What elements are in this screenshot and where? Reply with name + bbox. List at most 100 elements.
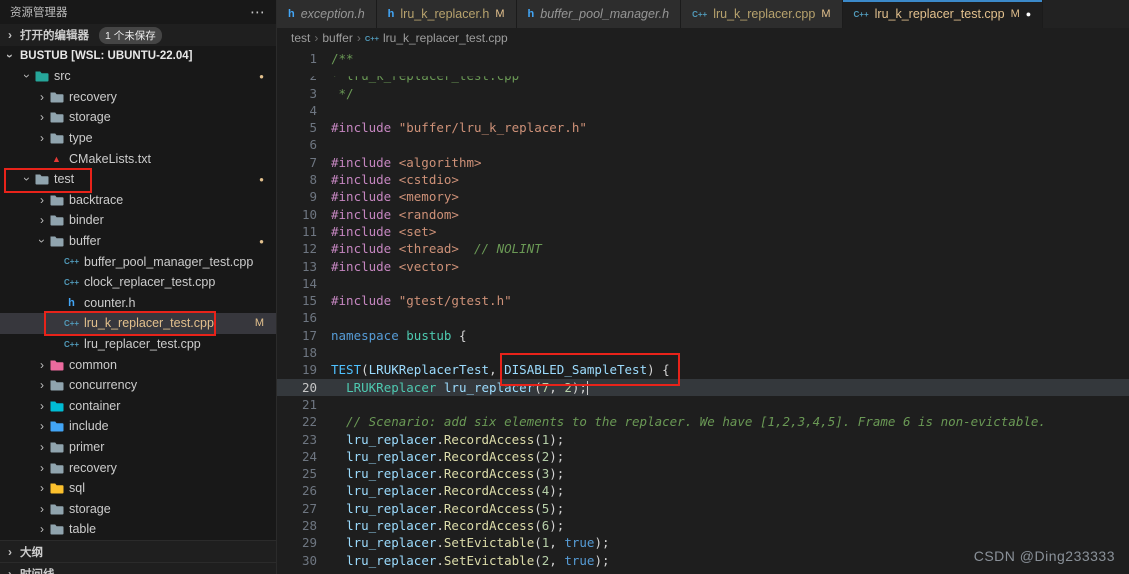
line-number: 8 <box>309 172 317 188</box>
tree-item-buffer[interactable]: › buffer ● <box>0 231 276 252</box>
code-line-20[interactable]: 20 LRUKReplacer lru_replacer(7, 2); <box>277 378 1129 396</box>
timeline-section-header[interactable]: › 时间线 <box>0 562 276 574</box>
tab-buffer_pool_manager.h[interactable]: h buffer_pool_manager.h <box>516 0 682 28</box>
code-line-28[interactable]: 28 lru_replacer.RecordAccess(6); <box>277 517 1129 534</box>
tree-item-binder[interactable]: › binder <box>0 210 276 231</box>
code-line-2[interactable]: 2 * lru_k_replacer_test.cpp <box>277 76 1129 84</box>
tree-item-label: buffer_pool_manager_test.cpp <box>84 254 254 269</box>
code-line-content: lru_replacer.RecordAccess(3); <box>346 466 565 482</box>
tree-item-label: test <box>54 172 75 187</box>
breadcrumb-separator: › <box>356 31 361 45</box>
breadcrumb-item-lru_k_replacer_test.cpp[interactable]: lru_k_replacer_test.cpp <box>383 31 508 45</box>
tree-item-label: backtrace <box>69 192 124 207</box>
tab-exception.h[interactable]: h exception.h <box>277 0 377 28</box>
chevron-right-icon: › <box>8 544 12 559</box>
code-line-8[interactable]: 8 #include <cstdio> <box>277 171 1129 188</box>
line-number: 19 <box>301 362 317 378</box>
tree-item-label: type <box>69 131 93 146</box>
code-line-26[interactable]: 26 lru_replacer.RecordAccess(4); <box>277 482 1129 499</box>
breadcrumb: test › buffer › C++ lru_k_replacer_test.cpp <box>277 28 1129 48</box>
tab-label: lru_k_replacer_test.cpp <box>874 7 1005 21</box>
unsaved-dot-icon[interactable]: ● <box>1026 9 1031 19</box>
breadcrumb-item-buffer[interactable]: buffer <box>322 31 352 45</box>
chevron-right-icon: › <box>40 522 44 537</box>
outline-label: 大纲 <box>20 546 43 559</box>
code-line-24[interactable]: 24 lru_replacer.RecordAccess(2); <box>277 448 1129 465</box>
code-line-27[interactable]: 27 lru_replacer.RecordAccess(5); <box>277 500 1129 517</box>
tree-item-table[interactable]: › table <box>0 519 276 540</box>
code-line-content: #include <random> <box>331 206 459 222</box>
tree-item-type[interactable]: › type <box>0 128 276 149</box>
tree-item-lru_replacer_test.cpp[interactable]: ›C++lru_replacer_test.cpp <box>0 334 276 355</box>
code-line-21[interactable]: 21 <box>277 396 1129 413</box>
code-line-13[interactable]: 13 #include <vector> <box>277 258 1129 275</box>
tree-item-storage[interactable]: › storage <box>0 498 276 519</box>
code-line-7[interactable]: 7 #include <algorithm> <box>277 154 1129 171</box>
tree-item-backtrace[interactable]: › backtrace <box>0 190 276 211</box>
code-line-14[interactable]: 14 <box>277 275 1129 292</box>
tree-item-include[interactable]: › include <box>0 416 276 437</box>
tree-item-test[interactable]: › test ● <box>0 169 276 190</box>
code-line-9[interactable]: 9 #include <memory> <box>277 188 1129 205</box>
code-line-4[interactable]: 4 <box>277 102 1129 119</box>
chevron-down-icon: › <box>20 177 34 182</box>
watermark: CSDN @Ding233333 <box>973 548 1115 564</box>
line-number: 3 <box>309 85 317 101</box>
code-line-22[interactable]: 22 // Scenario: add six elements to the … <box>277 413 1129 430</box>
code-line-12[interactable]: 12 #include <thread> // NOLINT <box>277 240 1129 257</box>
folder-icon <box>48 194 65 206</box>
tree-item-clock_replacer_test.cpp[interactable]: ›C++clock_replacer_test.cpp <box>0 272 276 293</box>
tab-lru_k_replacer_test.cpp[interactable]: C++ lru_k_replacer_test.cpp M ● <box>842 0 1044 28</box>
code-line-5[interactable]: 5 #include "buffer/lru_k_replacer.h" <box>277 119 1129 136</box>
breadcrumb-separator: › <box>314 31 319 45</box>
tree-item-primer[interactable]: › primer <box>0 437 276 458</box>
code-line-15[interactable]: 15 #include "gtest/gtest.h" <box>277 292 1129 309</box>
tree-item-container[interactable]: › container <box>0 396 276 417</box>
tree-item-buffer_pool_manager_test.cpp[interactable]: ›C++buffer_pool_manager_test.cpp <box>0 251 276 272</box>
breadcrumb-item-test[interactable]: test <box>291 31 310 45</box>
tree-item-recovery[interactable]: › recovery <box>0 457 276 478</box>
tree-item-label: buffer <box>69 234 101 249</box>
tree-item-src[interactable]: › src ● <box>0 66 276 87</box>
tree-item-lru_k_replacer_test.cpp[interactable]: ›C++lru_k_replacer_test.cppM <box>0 313 276 334</box>
code-line-23[interactable]: 23 lru_replacer.RecordAccess(1); <box>277 431 1129 448</box>
line-number: 17 <box>301 327 317 343</box>
tab-lru_k_replacer.h[interactable]: h lru_k_replacer.h M <box>376 0 517 28</box>
open-editors-section-header[interactable]: › 打开的编辑器 1 个未保存 <box>0 24 276 46</box>
chevron-right-icon: › <box>40 378 44 393</box>
code-line-25[interactable]: 25 lru_replacer.RecordAccess(3); <box>277 465 1129 482</box>
tree-item-common[interactable]: › common <box>0 354 276 375</box>
line-number: 7 <box>309 154 317 170</box>
code-line-19[interactable]: 19 TEST(LRUKReplacerTest, DISABLED_Sample… <box>277 361 1129 378</box>
line-number: 26 <box>301 483 317 499</box>
tab-label: lru_k_replacer.cpp <box>713 7 816 21</box>
folder-icon <box>33 173 50 185</box>
code-line-content: // Scenario: add six elements to the rep… <box>331 414 1046 430</box>
outline-section-header[interactable]: › 大纲 <box>0 540 276 562</box>
code-line-content: lru_replacer.SetEvictable(1, true); <box>346 535 610 551</box>
code-line-6[interactable]: 6 <box>277 136 1129 153</box>
tree-item-recovery[interactable]: › recovery <box>0 87 276 108</box>
tab-label: lru_k_replacer.h <box>400 7 490 21</box>
code-line-11[interactable]: 11 #include <set> <box>277 223 1129 240</box>
code-editor[interactable]: 1/** 2 * lru_k_replacer_test.cpp 3 */4 5 #inc… <box>277 48 1129 574</box>
code-line-10[interactable]: 10 #include <random> <box>277 206 1129 223</box>
code-line-3[interactable]: 3 */ <box>277 85 1129 102</box>
more-actions-icon[interactable]: ⋯ <box>250 3 266 21</box>
sidebar-header: 资源管理器 ⋯ <box>0 0 276 24</box>
line-number: 30 <box>301 552 317 568</box>
code-line-1[interactable]: 1 /** <box>277 50 1129 67</box>
header-file-icon: h <box>387 8 395 20</box>
line-number: 24 <box>301 448 317 464</box>
tree-item-concurrency[interactable]: › concurrency <box>0 375 276 396</box>
tree-item-counter.h[interactable]: ›hcounter.h <box>0 293 276 314</box>
code-line-16[interactable]: 16 <box>277 309 1129 326</box>
code-line-17[interactable]: 17 namespace bustub { <box>277 327 1129 344</box>
tree-item-storage[interactable]: › storage <box>0 107 276 128</box>
tree-root-bustub[interactable]: › BUSTUB [WSL: UBUNTU-22.04] <box>0 46 276 66</box>
code-line-18[interactable]: 18 <box>277 344 1129 361</box>
tab-lru_k_replacer.cpp[interactable]: C++ lru_k_replacer.cpp M <box>681 0 843 28</box>
tree-item-label: CMakeLists.txt <box>69 151 151 166</box>
tree-item-sql[interactable]: › sql <box>0 478 276 499</box>
tree-item-CMakeLists.txt[interactable]: ›▲CMakeLists.txt <box>0 148 276 169</box>
